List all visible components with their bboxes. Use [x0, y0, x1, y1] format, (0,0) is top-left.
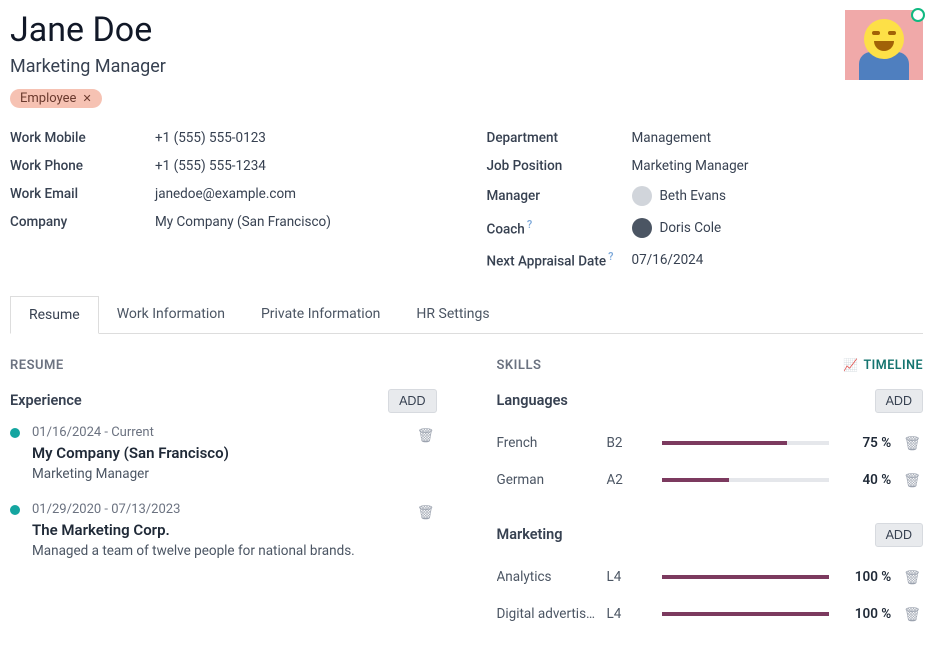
experience-item: 01/29/2020 - 07/13/2023 The Marketing Co… — [10, 502, 437, 559]
job-title: Marketing Manager — [10, 56, 923, 77]
department-label: Department — [487, 130, 632, 146]
skill-percent: 100 % — [843, 606, 891, 622]
experience-role: Managed a team of twelve people for nati… — [32, 543, 355, 559]
experience-company: The Marketing Corp. — [32, 521, 355, 539]
add-skill-button[interactable]: ADD — [875, 389, 923, 413]
tab-hr-settings[interactable]: HR Settings — [398, 296, 507, 333]
coach-avatar-icon — [632, 218, 652, 238]
timeline-link[interactable]: TIMELINE — [843, 358, 923, 373]
timeline-bullet-icon — [10, 428, 20, 438]
delete-experience-button[interactable]: 🗑 — [415, 425, 437, 446]
skill-level: L4 — [607, 569, 652, 585]
chart-line-icon — [843, 358, 858, 373]
work-mobile-value[interactable]: +1 (555) 555-0123 — [155, 130, 266, 146]
delete-skill-button[interactable]: 🗑 — [901, 604, 923, 625]
skill-group-title: Marketing — [497, 526, 563, 543]
tag-remove-icon[interactable]: ✕ — [82, 92, 91, 105]
skill-percent: 75 % — [843, 435, 891, 451]
skills-section-title: SKILLS — [497, 358, 542, 373]
tab-resume[interactable]: Resume — [10, 296, 99, 334]
timeline-label: TIMELINE — [863, 358, 923, 373]
company-value[interactable]: My Company (San Francisco) — [155, 214, 331, 230]
skill-progress — [662, 441, 830, 445]
tab-work-information[interactable]: Work Information — [99, 296, 243, 333]
experience-item: 01/16/2024 - Current My Company (San Fra… — [10, 425, 437, 482]
skill-level: B2 — [607, 435, 652, 451]
skill-progress — [662, 612, 830, 616]
delete-skill-button[interactable]: 🗑 — [901, 470, 923, 491]
avatar[interactable] — [845, 10, 923, 80]
work-phone-value[interactable]: +1 (555) 555-1234 — [155, 158, 266, 174]
tabs: Resume Work Information Private Informat… — [10, 296, 923, 334]
skill-row: Analytics L4 100 % 🗑 — [497, 559, 924, 596]
skill-progress — [662, 575, 830, 579]
work-email-value[interactable]: janedoe@example.com — [155, 186, 296, 202]
skill-row: French B2 75 % 🗑 — [497, 425, 924, 462]
skill-row: German A2 40 % 🗑 — [497, 462, 924, 499]
department-value[interactable]: Management — [632, 130, 712, 146]
experience-dates: 01/16/2024 - Current — [32, 425, 229, 440]
skill-name: German — [497, 472, 597, 488]
appraisal-label: Next Appraisal Date? — [487, 250, 632, 270]
skill-progress — [662, 478, 830, 482]
manager-value[interactable]: Beth Evans — [632, 186, 726, 206]
experience-dates: 01/29/2020 - 07/13/2023 — [32, 502, 355, 517]
position-value[interactable]: Marketing Manager — [632, 158, 749, 174]
add-experience-button[interactable]: ADD — [388, 389, 436, 413]
tag-label: Employee — [20, 91, 76, 106]
manager-label: Manager — [487, 188, 632, 204]
work-phone-label: Work Phone — [10, 158, 155, 174]
coach-value[interactable]: Doris Cole — [632, 218, 722, 238]
experience-role: Marketing Manager — [32, 466, 229, 482]
tab-private-information[interactable]: Private Information — [243, 296, 398, 333]
delete-skill-button[interactable]: 🗑 — [901, 567, 923, 588]
skill-row: Digital advertisi... L4 100 % 🗑 — [497, 596, 924, 633]
skill-percent: 100 % — [843, 569, 891, 585]
work-email-label: Work Email — [10, 186, 155, 202]
tags-row: Employee ✕ — [10, 89, 923, 108]
skill-level: L4 — [607, 606, 652, 622]
skill-level: A2 — [607, 472, 652, 488]
help-icon[interactable]: ? — [527, 218, 532, 231]
skill-name: Digital advertisi... — [497, 606, 597, 622]
experience-title: Experience — [10, 392, 82, 409]
experience-company: My Company (San Francisco) — [32, 444, 229, 462]
help-icon[interactable]: ? — [608, 250, 613, 263]
employee-name: Jane Doe — [10, 10, 923, 50]
skill-name: Analytics — [497, 569, 597, 585]
timeline-bullet-icon — [10, 505, 20, 515]
delete-skill-button[interactable]: 🗑 — [901, 433, 923, 454]
position-label: Job Position — [487, 158, 632, 174]
skill-group-title: Languages — [497, 392, 568, 409]
coach-name: Doris Cole — [660, 220, 722, 236]
manager-avatar-icon — [632, 186, 652, 206]
resume-section-title: RESUME — [10, 358, 64, 373]
add-skill-button[interactable]: ADD — [875, 523, 923, 547]
tag-employee[interactable]: Employee ✕ — [10, 89, 102, 108]
appraisal-value[interactable]: 07/16/2024 — [632, 252, 704, 268]
skill-percent: 40 % — [843, 472, 891, 488]
skill-name: French — [497, 435, 597, 451]
company-label: Company — [10, 214, 155, 230]
work-mobile-label: Work Mobile — [10, 130, 155, 146]
delete-experience-button[interactable]: 🗑 — [415, 502, 437, 523]
coach-label: Coach? — [487, 218, 632, 238]
manager-name: Beth Evans — [660, 188, 726, 204]
